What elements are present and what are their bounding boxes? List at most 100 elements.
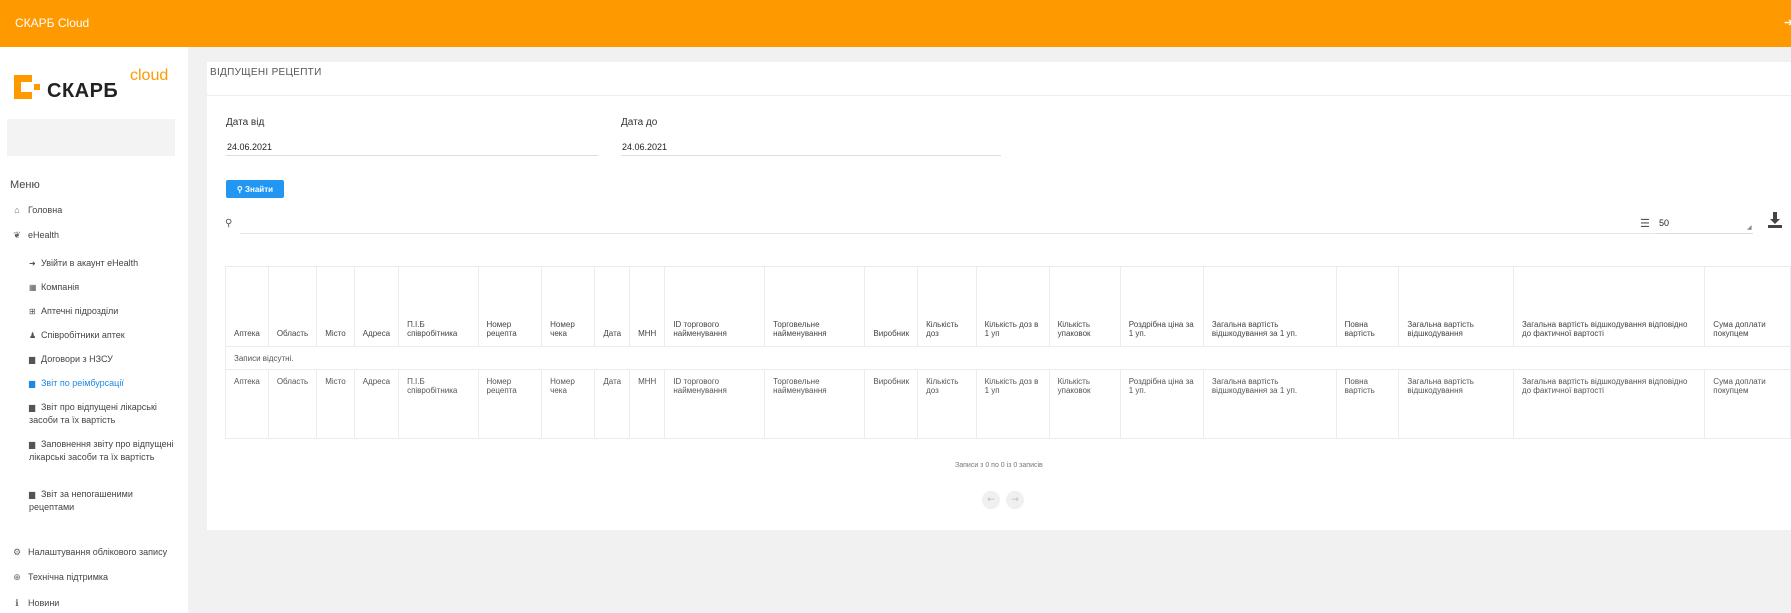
sidebar-item-label: Увійти в акаунт eHealth (41, 258, 139, 268)
column-header[interactable]: Повна вартість (1335, 266, 1400, 347)
column-footer: Повна вартість (1335, 369, 1400, 439)
logo[interactable]: СКАРБ cloud (8, 63, 183, 103)
logo-mark-icon (14, 75, 40, 99)
leaf-icon: ❦ (13, 230, 21, 240)
sidebar-item-ehealth-login[interactable]: ➜ Увійти в акаунт eHealth (29, 257, 138, 270)
sidebar-item-pharmacy-staff[interactable]: ♟ Співробітники аптек (29, 329, 125, 342)
column-header[interactable]: Кількість доз в 1 уп (975, 266, 1050, 347)
column-header[interactable]: Аптека (225, 266, 269, 347)
sidebar-item-home[interactable]: ⌂ Головна (11, 205, 62, 215)
empty-message: Записи відсутні. (225, 346, 1791, 370)
column-header[interactable]: Номер чека (541, 266, 596, 347)
info-icon: ℹ (15, 598, 19, 608)
pagination: ← → (982, 491, 1026, 509)
sidebar-item-support[interactable]: ⊕ Технічна підтримка (11, 572, 108, 583)
column-header[interactable]: ID торгового найменування (664, 266, 766, 347)
top-bar: СКАРБ Cloud ➔ (0, 0, 1791, 47)
column-header[interactable]: Торговельне найменування (764, 266, 866, 347)
sidebar-item-ehealth[interactable]: ❦ eHealth (11, 230, 59, 241)
sidebar-item-label: Звіт за непогашеними рецептами (29, 489, 133, 512)
column-footer: Виробник (864, 369, 919, 439)
date-from-label: Дата від (226, 117, 265, 128)
column-footer: Сума доплати покупцем (1704, 369, 1791, 439)
column-header[interactable]: Номер рецепта (477, 266, 543, 347)
sidebar-item-pharmacy-units[interactable]: ⊞ Аптечні підрозділи (29, 305, 118, 318)
column-header[interactable]: Сума доплати покупцем (1704, 266, 1791, 347)
sign-in-icon: ➜ (29, 259, 36, 268)
sidebar-item-label: eHealth (28, 230, 60, 240)
sidebar-item-label: Договори з НЗСУ (41, 354, 113, 364)
column-header[interactable]: Місто (316, 266, 355, 347)
column-header[interactable]: Роздрібна ціна за 1 уп. (1119, 266, 1204, 347)
column-header[interactable]: Виробник (864, 266, 919, 347)
column-footer: Область (267, 369, 318, 439)
sidebar-item-reimbursement-report[interactable]: ▆ Звіт по реімбурсації (29, 377, 124, 390)
column-header[interactable]: Кількість доз (917, 266, 977, 347)
gear-icon: ⚙ (12, 547, 22, 557)
download-icon[interactable] (1767, 211, 1783, 229)
date-to-label: Дата до (621, 117, 658, 128)
page-size-select[interactable] (1657, 213, 1753, 234)
column-footer: Кількість доз (917, 369, 977, 439)
column-footer: Кількість упаковок (1048, 369, 1121, 439)
column-header[interactable]: Дата (594, 266, 631, 347)
sidebar-item-label: Заповнення звіту про відпущені лікарські… (29, 439, 174, 462)
plus-square-icon: ⊞ (29, 307, 36, 316)
find-button[interactable]: ⚲ Знайти (226, 180, 284, 198)
file-icon: ▆ (29, 440, 36, 449)
main-panel: ВІДПУЩЕНІ РЕЦЕПТИ Дата від Дата до ⚲ Зна… (207, 62, 1791, 530)
page-title: ВІДПУЩЕНІ РЕЦЕПТИ (210, 67, 322, 78)
file-icon: ▆ (29, 379, 36, 388)
column-header[interactable]: Загальна вартість відшкодування за 1 уп. (1202, 266, 1337, 347)
app-title: СКАРБ Cloud (15, 16, 90, 30)
column-footer: Дата (594, 369, 631, 439)
sidebar-item-news[interactable]: ℹ Новини (11, 598, 59, 609)
date-from-input[interactable] (226, 139, 598, 156)
date-to-input[interactable] (621, 139, 1001, 156)
column-footer: Адреса (353, 369, 400, 439)
resize-icon: ◢ (1747, 225, 1752, 231)
sidebar-item-account-settings[interactable]: ⚙ Налаштування облікового запису (11, 547, 167, 558)
home-icon: ⌂ (14, 205, 20, 215)
menu-title: Меню (10, 179, 40, 191)
sidebar-item-label: Технічна підтримка (28, 572, 109, 582)
column-footer: Загальна вартість відшкодування за 1 уп. (1202, 369, 1337, 439)
column-footer: Загальна вартість відшкодування відповід… (1512, 369, 1706, 439)
sidebar-item-label: Звіт про відпущені лікарські засоби та ї… (29, 402, 157, 425)
column-header[interactable]: Загальна вартість відшкодування відповід… (1512, 266, 1706, 347)
users-icon: ♟ (29, 331, 37, 340)
sidebar-item-label: Головна (28, 205, 63, 215)
sidebar-item-unredeemed-report[interactable]: ▆ Звіт за непогашеними рецептами (29, 488, 179, 514)
sidebar-item-company[interactable]: ▦ Компанія (29, 281, 79, 294)
exit-icon[interactable]: ➔ (1784, 16, 1791, 28)
column-footer: П.І.Б співробітника (398, 369, 479, 439)
sidebar-item-dispensed-report[interactable]: ▆ Звіт про відпущені лікарські засоби та … (29, 401, 179, 427)
column-footer: Кількість доз в 1 уп (975, 369, 1050, 439)
column-header[interactable]: Адреса (353, 266, 400, 347)
column-footer: Торговельне найменування (764, 369, 866, 439)
column-header[interactable]: Загальна вартість відшкодування (1398, 266, 1514, 347)
column-footer: Загальна вартість відшкодування (1398, 369, 1514, 439)
next-page-button[interactable]: → (1006, 491, 1024, 509)
column-header[interactable]: Область (267, 266, 318, 347)
column-footer: Аптека (225, 369, 269, 439)
column-header[interactable]: МНН (629, 266, 666, 347)
sidebar-item-fill-dispensed-report[interactable]: ▆ Заповнення звіту про відпущені лікарськ… (29, 438, 179, 464)
column-header[interactable]: Кількість упаковок (1048, 266, 1121, 347)
search-icon: ⚲ (236, 184, 243, 194)
table-search-input[interactable] (240, 213, 1664, 234)
user-box[interactable] (7, 119, 175, 156)
logo-word: СКАРБ (47, 80, 119, 102)
sidebar-item-label: Налаштування облікового запису (28, 547, 168, 557)
page-header: ВІДПУЩЕНІ РЕЦЕПТИ (207, 62, 1791, 96)
lifebuoy-icon: ⊕ (13, 572, 21, 582)
search-icon: ⚲ (225, 218, 233, 229)
file-icon: ▆ (29, 403, 36, 412)
sidebar-item-label: Звіт по реімбурсації (41, 378, 124, 388)
table-header-row: Аптека Область Місто Адреса П.І.Б співро… (225, 266, 1791, 347)
column-footer: Номер рецепта (477, 369, 543, 439)
prev-page-button[interactable]: ← (982, 491, 1000, 509)
column-footer: Роздрібна ціна за 1 уп. (1119, 369, 1204, 439)
column-header[interactable]: П.І.Б співробітника (398, 266, 479, 347)
sidebar-item-nszu-contracts[interactable]: ▆ Договори з НЗСУ (29, 353, 113, 366)
